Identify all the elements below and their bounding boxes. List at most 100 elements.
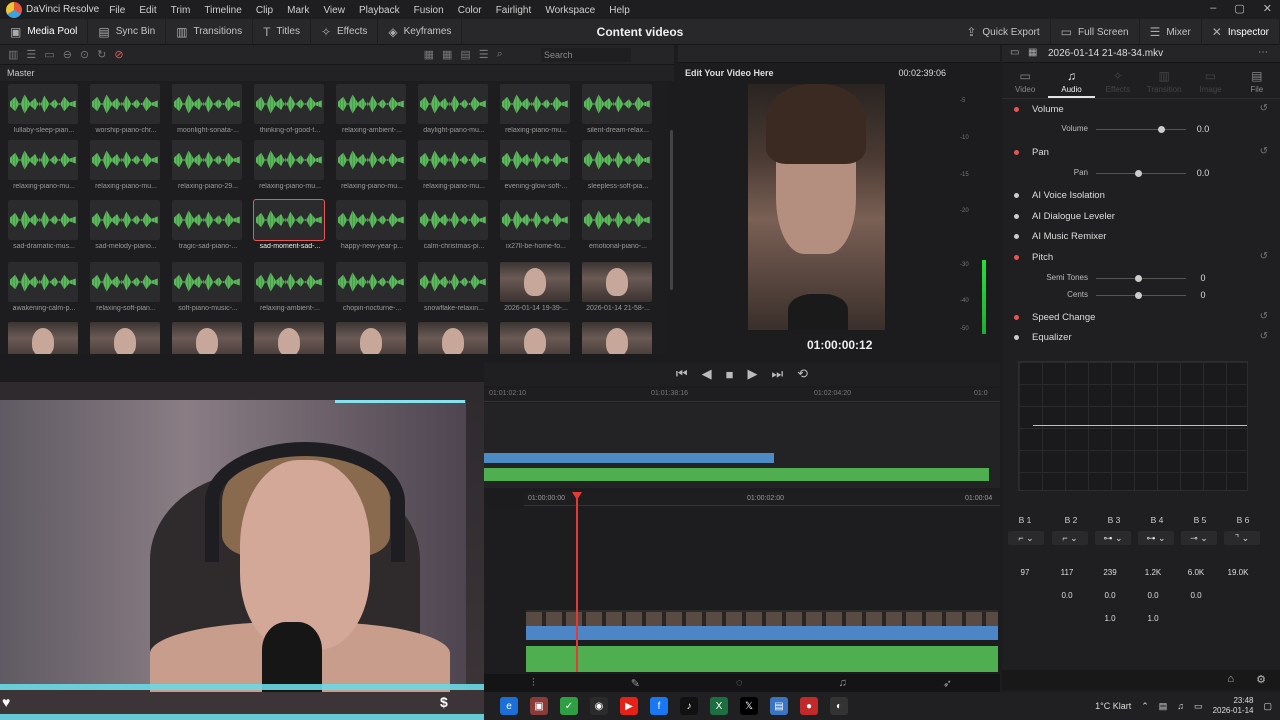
media-clip[interactable]: silent-dream-relax... <box>582 84 654 134</box>
media-clip[interactable] <box>172 322 244 354</box>
media-pool-scrollbar[interactable] <box>670 130 673 290</box>
media-clip[interactable] <box>500 322 572 354</box>
skip-to-start-icon[interactable]: ⏮ <box>676 366 688 382</box>
sync-bin-button[interactable]: ▤ Sync Bin <box>88 18 167 45</box>
unlink-icon[interactable]: ⊘ <box>114 48 123 61</box>
toggle-icon[interactable] <box>1014 234 1019 239</box>
play-icon[interactable]: ▶ <box>747 366 757 382</box>
folder-icon[interactable]: ▭ <box>44 48 54 61</box>
bin-label[interactable]: Master <box>0 65 674 81</box>
menu-clip[interactable]: Clip <box>256 5 273 16</box>
band-3-frequency[interactable]: 239 <box>1095 568 1125 577</box>
toggle-icon[interactable] <box>1014 214 1019 219</box>
speed-change-enable-icon[interactable] <box>1014 315 1019 320</box>
band-4-frequency[interactable]: 1.2K <box>1138 568 1168 577</box>
media-clip[interactable]: relaxing-piano-mu... <box>8 140 80 190</box>
viewer-title[interactable]: Edit Your Video Here <box>685 68 774 78</box>
smart-bin-icon[interactable]: ⊙ <box>80 48 89 61</box>
volume-section[interactable]: Volume ↺ <box>1002 100 1280 120</box>
media-clip[interactable]: worship-piano-chr... <box>90 84 162 134</box>
playhead[interactable] <box>572 492 582 672</box>
home-icon[interactable]: ⌂ <box>1227 673 1234 685</box>
media-clip[interactable]: moonlight-sonata-... <box>172 84 244 134</box>
edge-icon[interactable]: e <box>500 697 518 715</box>
equalizer-section[interactable]: Equalizer ↺ <box>1002 328 1280 348</box>
fairlight-page-icon[interactable]: ♫ <box>839 677 847 689</box>
pitch-enable-icon[interactable] <box>1014 255 1019 260</box>
list-icon[interactable]: ☰ <box>26 48 36 61</box>
audio-track-clip[interactable] <box>526 646 998 672</box>
media-clip[interactable]: relaxing-piano-mu... <box>90 140 162 190</box>
band-1-shape-select[interactable]: ⌐ ⌄ <box>1008 531 1044 545</box>
media-clip[interactable]: relaxing-piano-mu... <box>418 140 490 190</box>
menu-help[interactable]: Help <box>609 5 630 16</box>
media-clip[interactable] <box>8 322 80 354</box>
menu-color[interactable]: Color <box>458 5 482 16</box>
tab-video[interactable]: ▭ Video <box>1002 65 1048 98</box>
reset-icon[interactable]: ↺ <box>1260 311 1268 322</box>
media-clip[interactable]: happy-new-year-p... <box>336 200 408 250</box>
excel-icon[interactable]: X <box>710 697 728 715</box>
notification-icon[interactable]: ▢ <box>1263 701 1272 712</box>
maximize-icon[interactable]: ▢ <box>1234 2 1244 15</box>
files-icon[interactable]: ▤ <box>770 697 788 715</box>
media-clip[interactable]: emotional-piano-... <box>582 200 654 250</box>
tab-transition[interactable]: ▥ Transition <box>1141 65 1187 98</box>
media-clip[interactable]: sleepless-soft-pia... <box>582 140 654 190</box>
search-input[interactable]: Search <box>541 48 631 62</box>
play-reverse-icon[interactable]: ◀ <box>702 366 712 382</box>
list-view-icon[interactable]: ▤ <box>460 48 470 61</box>
volume-icon[interactable]: ♫ <box>1177 701 1184 711</box>
pan-section[interactable]: Pan ↺ <box>1002 143 1280 163</box>
full-screen-button[interactable]: ▭ Full Screen <box>1051 19 1140 45</box>
band-3-shape-select[interactable]: ⊶ ⌄ <box>1095 531 1131 545</box>
facebook-icon[interactable]: f <box>650 697 668 715</box>
weather-widget[interactable]: 1°C Klart <box>1095 701 1131 711</box>
speed-change-section[interactable]: Speed Change ↺ <box>1002 308 1280 328</box>
fusion-page-icon[interactable]: ◌ <box>736 677 743 689</box>
band-3-gain[interactable]: 0.0 <box>1095 591 1125 600</box>
app-icon[interactable]: ● <box>800 697 818 715</box>
menu-mark[interactable]: Mark <box>287 5 309 16</box>
app-icon[interactable]: ◉ <box>590 697 608 715</box>
tab-image[interactable]: ▭ Image <box>1187 65 1233 98</box>
ai-music-remixer-section[interactable]: AI Music Remixer <box>1002 227 1280 247</box>
battery-icon[interactable]: ▭ <box>1194 701 1203 712</box>
semitones-slider-knob[interactable] <box>1135 275 1142 282</box>
upper-video-clip[interactable] <box>484 453 774 463</box>
ai-dialogue-leveler-section[interactable]: AI Dialogue Leveler <box>1002 207 1280 227</box>
menu-workspace[interactable]: Workspace <box>545 5 595 16</box>
menu-fairlight[interactable]: Fairlight <box>496 5 532 16</box>
cut-page-icon[interactable]: ⫶ <box>532 677 535 690</box>
loop-icon[interactable]: ⟲ <box>797 366 808 382</box>
stop-icon[interactable]: ■ <box>726 367 734 382</box>
media-clip[interactable]: chopin-nocturne-... <box>336 262 408 312</box>
media-clip[interactable]: relaxing-ambient-... <box>254 262 326 312</box>
tab-effects[interactable]: ✧ Effects <box>1095 65 1141 98</box>
media-clip[interactable] <box>582 322 654 354</box>
reset-icon[interactable]: ↺ <box>1260 331 1268 342</box>
media-pool-button[interactable]: ▣ Media Pool <box>0 18 89 45</box>
more-options-icon[interactable]: ⋯ <box>1258 47 1268 58</box>
media-clip[interactable]: 2026-01-14 19-39-... <box>500 262 572 312</box>
band-2-gain[interactable]: 0.0 <box>1052 591 1082 600</box>
band-6-frequency[interactable]: 19.0K <box>1223 568 1253 577</box>
upper-timeline[interactable] <box>484 403 1000 488</box>
equalizer-graph[interactable] <box>1018 361 1248 491</box>
semitones-value[interactable]: 0 <box>1188 273 1218 283</box>
band-2-frequency[interactable]: 117 <box>1052 568 1082 577</box>
equalizer-enable-icon[interactable] <box>1014 335 1019 340</box>
media-clip-selected[interactable]: sad-moment-sad-... <box>253 199 326 250</box>
band-4-gain[interactable]: 0.0 <box>1138 591 1168 600</box>
x-icon[interactable]: 𝕏 <box>740 697 758 715</box>
menu-view[interactable]: View <box>323 5 345 16</box>
davinci-taskbar-icon[interactable]: ◐ <box>830 697 848 715</box>
band-1-frequency[interactable]: 97 <box>1010 568 1040 577</box>
media-clip[interactable]: calm-christmas-pi... <box>418 200 490 250</box>
close-icon[interactable]: ✕ <box>1263 2 1272 15</box>
media-clip[interactable]: tragic-sad-piano-... <box>172 200 244 250</box>
band-3-q[interactable]: 1.0 <box>1095 614 1125 623</box>
pan-slider-knob[interactable] <box>1135 170 1142 177</box>
upper-timeline-ruler[interactable]: 01:01:02:10 01:01:38:16 01:02:04:20 01:0 <box>484 388 1000 402</box>
volume-slider-knob[interactable] <box>1158 126 1165 133</box>
